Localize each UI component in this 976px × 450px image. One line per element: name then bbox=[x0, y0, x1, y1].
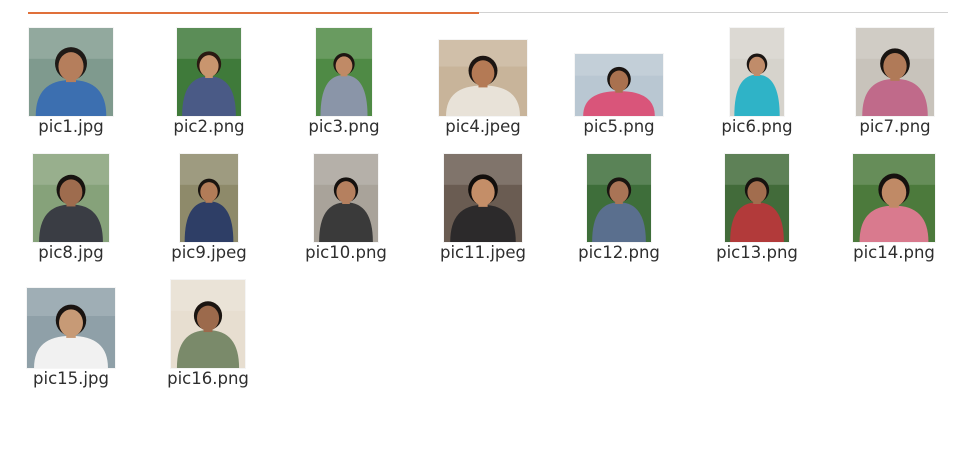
file-grid: pic1.jpg pic2.png pic3.png pic4.jpeg pic… bbox=[0, 0, 976, 450]
file-item[interactable]: pic4.jpeg bbox=[415, 18, 551, 138]
file-item[interactable]: pic5.png bbox=[551, 18, 687, 138]
file-name: pic2.png bbox=[173, 117, 245, 136]
file-item[interactable]: pic10.png bbox=[278, 144, 414, 264]
photo-thumbnail-icon bbox=[853, 154, 935, 242]
photo-thumbnail-icon bbox=[180, 154, 238, 242]
file-item[interactable]: pic15.jpg bbox=[3, 270, 139, 390]
file-name: pic16.png bbox=[167, 369, 249, 388]
photo-thumbnail-icon bbox=[725, 154, 789, 242]
file-item[interactable]: pic7.png bbox=[827, 18, 963, 138]
photo-thumbnail-icon bbox=[730, 28, 784, 116]
file-name: pic11.jpeg bbox=[439, 243, 527, 262]
file-name: pic8.jpg bbox=[38, 243, 104, 262]
photo-thumbnail-icon bbox=[171, 280, 245, 368]
file-name: pic13.png bbox=[716, 243, 798, 262]
photo-thumbnail-icon bbox=[27, 288, 115, 368]
file-name: pic3.png bbox=[308, 117, 380, 136]
file-name: pic7.png bbox=[859, 117, 931, 136]
file-name: pic9.jpeg bbox=[171, 243, 247, 262]
photo-thumbnail-icon bbox=[575, 54, 663, 116]
file-item[interactable]: pic13.png bbox=[689, 144, 825, 264]
photo-thumbnail-icon bbox=[439, 40, 527, 116]
photo-thumbnail-icon bbox=[444, 154, 522, 242]
photo-thumbnail-icon bbox=[33, 154, 109, 242]
photo-thumbnail-icon bbox=[177, 28, 241, 116]
file-item[interactable]: pic12.png bbox=[551, 144, 687, 264]
file-name: pic4.jpeg bbox=[445, 117, 521, 136]
file-name: pic6.png bbox=[721, 117, 793, 136]
photo-thumbnail-icon bbox=[316, 28, 372, 116]
file-item[interactable]: pic9.jpeg bbox=[141, 144, 277, 264]
file-item[interactable]: pic1.jpg bbox=[3, 18, 139, 138]
file-name: pic10.png bbox=[305, 243, 387, 262]
photo-thumbnail-icon bbox=[314, 154, 378, 242]
file-item[interactable]: pic11.jpeg bbox=[415, 144, 551, 264]
file-name: pic14.png bbox=[853, 243, 935, 262]
photo-thumbnail-icon bbox=[587, 154, 651, 242]
file-item[interactable]: pic3.png bbox=[276, 18, 412, 138]
photo-thumbnail-icon bbox=[29, 28, 113, 116]
file-item[interactable]: pic6.png bbox=[689, 18, 825, 138]
file-name: pic15.jpg bbox=[33, 369, 109, 388]
file-name: pic1.jpg bbox=[38, 117, 104, 136]
file-item[interactable]: pic2.png bbox=[141, 18, 277, 138]
file-name: pic5.png bbox=[583, 117, 655, 136]
file-item[interactable]: pic16.png bbox=[140, 270, 276, 390]
file-name: pic12.png bbox=[578, 243, 660, 262]
photo-thumbnail-icon bbox=[856, 28, 934, 116]
file-item[interactable]: pic8.jpg bbox=[3, 144, 139, 264]
file-item[interactable]: pic14.png bbox=[826, 144, 962, 264]
